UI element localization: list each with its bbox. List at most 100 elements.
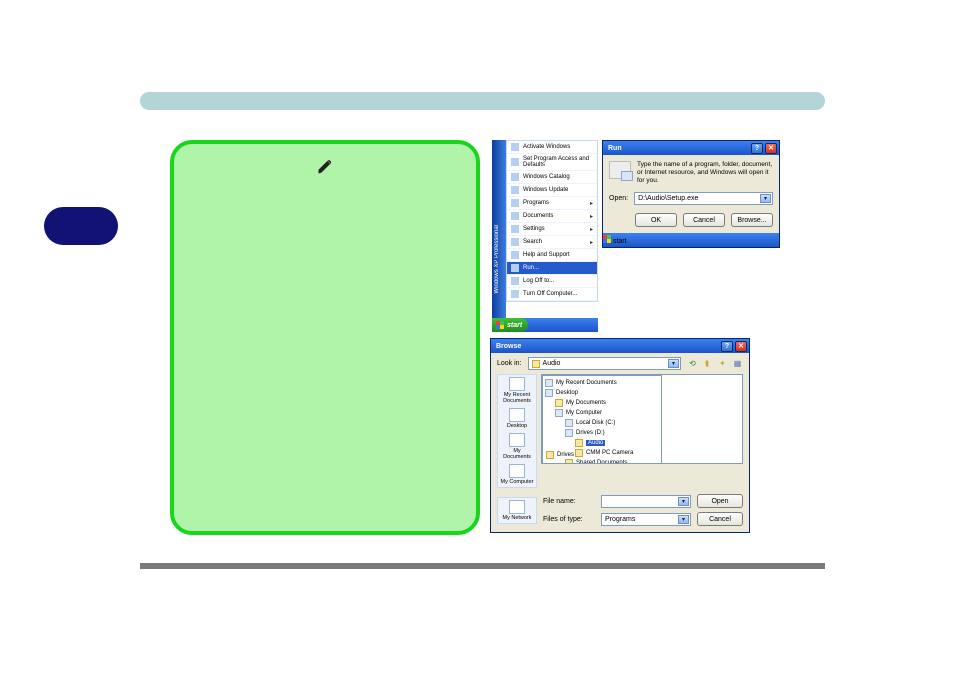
startmenu-item-label: Log Off to...: [523, 278, 554, 284]
up-folder-icon[interactable]: ⮬: [702, 358, 713, 369]
dropdown-arrow-icon[interactable]: ▾: [678, 515, 689, 524]
run-ok-button[interactable]: OK: [635, 213, 677, 227]
taskbar: start: [492, 318, 598, 332]
browse-open-button[interactable]: Open: [697, 494, 743, 508]
gear-icon: [511, 225, 519, 233]
filetype-label: Files of type:: [543, 516, 595, 523]
startmenu-item-settings[interactable]: Settings ▸: [507, 223, 597, 236]
startmenu-item-search[interactable]: Search ▸: [507, 236, 597, 249]
views-icon[interactable]: ▦: [732, 358, 743, 369]
run-description: Type the name of a program, folder, docu…: [637, 161, 773, 184]
tree-node-localc[interactable]: Local Disk (C:): [545, 418, 659, 428]
tree-label: My Computer: [566, 410, 602, 416]
run-title: Run: [608, 145, 749, 152]
start-button-label: start: [613, 238, 627, 245]
run-browse-button[interactable]: Browse...: [731, 213, 773, 227]
new-folder-icon[interactable]: ✦: [717, 358, 728, 369]
startmenu-item-documents[interactable]: Documents▸: [507, 210, 597, 223]
tree-node-mycomputer[interactable]: My Computer: [545, 408, 659, 418]
startmenu-item-catalog[interactable]: Windows Catalog: [507, 171, 597, 184]
tree-node-recent[interactable]: My Recent Documents: [545, 378, 659, 388]
generic-app-icon: [511, 143, 519, 151]
filename-combobox[interactable]: ▾: [601, 495, 691, 508]
folder-icon: [546, 451, 554, 459]
tree-node-drivesd[interactable]: Drives (D:): [545, 428, 659, 438]
folder-icon: [532, 360, 540, 368]
submenu-arrow-icon: ▸: [590, 213, 593, 220]
startmenu-item-label: Run...: [523, 265, 539, 271]
place-mydocs[interactable]: My Documents: [500, 433, 534, 460]
logoff-icon: [511, 277, 519, 285]
help-icon: [511, 251, 519, 259]
button-label: OK: [651, 217, 661, 224]
place-label: My Recent Documents: [500, 392, 534, 404]
place-mynetwork[interactable]: My Network: [497, 497, 537, 524]
start-button[interactable]: start: [603, 235, 627, 245]
recent-docs-icon: [545, 379, 553, 387]
run-icon: [511, 264, 519, 272]
submenu-arrow-icon: ▸: [590, 226, 593, 233]
button-label: Open: [711, 498, 728, 505]
dropdown-arrow-icon[interactable]: ▾: [678, 497, 689, 506]
lookin-combobox[interactable]: Audio ▾: [528, 357, 681, 370]
submenu-arrow-icon: ▸: [590, 239, 593, 246]
folder-icon: [511, 199, 519, 207]
place-desktop[interactable]: Desktop: [500, 408, 534, 429]
close-titlebar-button[interactable]: ✕: [765, 143, 777, 154]
startmenu-items: Activate Windows Set Program Access and …: [506, 140, 598, 302]
disk-icon: [565, 429, 573, 437]
browse-title: Browse: [496, 343, 719, 350]
help-titlebar-button[interactable]: ?: [721, 341, 733, 352]
close-titlebar-button[interactable]: ✕: [735, 341, 747, 352]
run-titlebar[interactable]: Run ? ✕: [603, 141, 779, 155]
startmenu-item-update[interactable]: Windows Update: [507, 184, 597, 197]
tree-label: My Recent Documents: [556, 380, 617, 386]
power-icon: [511, 290, 519, 298]
tree-label: Drives (D:): [576, 430, 605, 436]
dropdown-arrow-icon[interactable]: ▾: [668, 359, 679, 368]
startmenu-item-run[interactable]: Run...: [507, 262, 597, 275]
startmenu-item-shutdown[interactable]: Turn Off Computer...: [507, 288, 597, 301]
filename-label: File name:: [543, 498, 595, 505]
file-list-area[interactable]: My Recent Documents Desktop My Documents…: [541, 374, 743, 464]
places-bar: My Recent Documents Desktop My Documents…: [497, 374, 537, 488]
filetype-value: Programs: [605, 516, 635, 523]
startmenu-item-label: Settings: [523, 226, 545, 232]
lookin-value: Audio: [543, 360, 561, 367]
browse-titlebar[interactable]: Browse ? ✕: [491, 339, 749, 353]
startmenu-item-label: Search: [523, 239, 542, 245]
help-titlebar-button[interactable]: ?: [751, 143, 763, 154]
browse-cancel-button[interactable]: Cancel: [697, 512, 743, 526]
startmenu-item-logoff[interactable]: Log Off to...: [507, 275, 597, 288]
tree-node-desktop[interactable]: Desktop: [545, 388, 659, 398]
startmenu-item-help[interactable]: Help and Support: [507, 249, 597, 262]
startmenu-item-programs[interactable]: Programs▸: [507, 197, 597, 210]
footer-bar: [140, 563, 825, 569]
start-menu: Windows XP Professional Activate Windows…: [492, 140, 598, 332]
search-icon: [511, 238, 519, 246]
place-recent[interactable]: My Recent Documents: [500, 377, 534, 404]
start-button-label: start: [507, 322, 522, 329]
startmenu-item-label: Help and Support: [523, 252, 570, 258]
browse-dialog: Browse ? ✕ Look in: Audio ▾ ⟲ ⮬ ✦ ▦ My R…: [490, 338, 750, 533]
start-button[interactable]: start: [492, 318, 528, 332]
tree-node-audio[interactable]: Audio: [545, 438, 659, 448]
startmenu-item-activate[interactable]: Activate Windows: [507, 141, 597, 154]
generic-app-icon: [511, 173, 519, 181]
run-open-combobox[interactable]: D:\Audio\Setup.exe ▾: [634, 192, 773, 205]
filetype-combobox[interactable]: Programs ▾: [601, 513, 691, 526]
startmenu-edition-label: Windows XP Professional: [494, 225, 504, 294]
place-mycomputer[interactable]: My Computer: [500, 464, 534, 485]
run-cancel-button[interactable]: Cancel: [683, 213, 725, 227]
tree-label: My Documents: [566, 400, 606, 406]
desktop-icon: [545, 389, 553, 397]
desktop-icon: [509, 408, 525, 422]
dropdown-arrow-icon[interactable]: ▾: [760, 194, 771, 203]
file-list-item[interactable]: Drives: [546, 451, 574, 459]
lookin-label: Look in:: [497, 360, 522, 367]
tree-label: Audio: [586, 440, 605, 446]
back-icon[interactable]: ⟲: [687, 358, 698, 369]
run-dialog: Run ? ✕ Type the name of a program, fold…: [602, 140, 780, 248]
tree-node-mydocs[interactable]: My Documents: [545, 398, 659, 408]
startmenu-item-access[interactable]: Set Program Access and Defaults: [507, 154, 597, 171]
